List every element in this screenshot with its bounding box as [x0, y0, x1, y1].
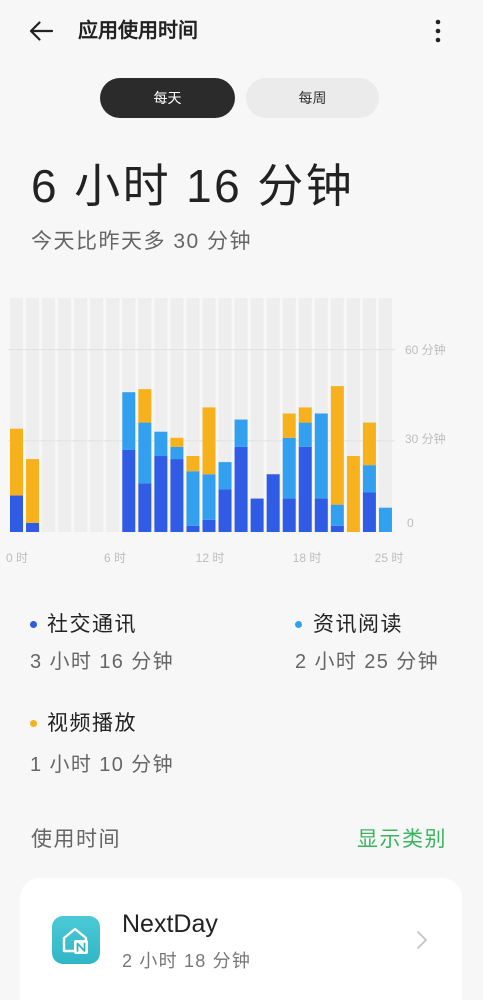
bar-news-hour-18[interactable]: [298, 422, 312, 447]
legend-duration-video: 1 小时 10 分钟: [30, 754, 175, 776]
bar-social-hour-18[interactable]: [298, 446, 312, 532]
bar-news-hour-17[interactable]: [282, 437, 296, 499]
bar-video-hour-18[interactable]: [298, 407, 312, 423]
bar-news-hour-22[interactable]: [362, 465, 376, 493]
hour-column-bg-5: [90, 298, 104, 532]
x-tick-label-18: 18 时: [292, 551, 322, 565]
hour-column-bg-2: [42, 298, 56, 532]
bar-social-hour-10[interactable]: [170, 459, 184, 532]
bar-social-hour-16[interactable]: [266, 474, 280, 532]
usage-section-title: 使用时间: [31, 828, 121, 851]
bar-news-hour-19[interactable]: [314, 413, 328, 499]
more-vertical-icon: [435, 19, 441, 43]
bar-news-hour-23[interactable]: [378, 507, 392, 532]
bar-social-hour-22[interactable]: [362, 492, 376, 532]
bar-video-hour-11[interactable]: [186, 456, 200, 472]
hour-column-bg-4: [74, 298, 88, 532]
hourly-usage-chart: [8, 298, 395, 532]
hour-column-bg-3: [58, 298, 72, 532]
app-duration: 2 小时 18 分钟: [122, 951, 252, 971]
bar-social-hour-11[interactable]: [186, 525, 200, 532]
x-tick-label-12: 12 时: [195, 551, 225, 565]
hour-column-bg-15: [250, 298, 264, 532]
bar-video-hour-21[interactable]: [346, 456, 360, 532]
bar-social-hour-8[interactable]: [138, 483, 152, 532]
bar-video-hour-0[interactable]: [10, 428, 23, 496]
bar-video-hour-20[interactable]: [330, 386, 344, 505]
bar-social-hour-17[interactable]: [282, 498, 296, 532]
usage-comparison: 今天比昨天多 30 分钟: [31, 230, 253, 253]
x-tick-label-end: 25 时: [374, 551, 404, 565]
y-tick-label-30: 30 分钟: [405, 432, 446, 446]
bar-social-hour-13[interactable]: [218, 489, 232, 532]
bar-social-hour-19[interactable]: [314, 498, 328, 532]
app-name: NextDay: [122, 910, 218, 938]
legend-dot-video: [30, 720, 37, 727]
bar-social-hour-15[interactable]: [250, 498, 264, 532]
bar-social-hour-14[interactable]: [234, 446, 248, 532]
back-button[interactable]: [27, 18, 55, 44]
app-usage-row[interactable]: NextDay 2 小时 18 分钟: [20, 878, 462, 1000]
y-tick-label-0: 0: [407, 516, 414, 530]
x-tick-label-0: 0 时: [5, 551, 29, 565]
bar-video-hour-1[interactable]: [26, 459, 40, 523]
nextday-app-icon: [52, 916, 100, 964]
bar-news-hour-9[interactable]: [154, 431, 168, 457]
page-title: 应用使用时间: [78, 20, 198, 42]
bar-video-hour-8[interactable]: [138, 389, 152, 423]
total-usage-time: 6 小时 16 分钟: [31, 160, 355, 212]
show-categories-link[interactable]: 显示类别: [357, 826, 447, 854]
bar-social-hour-7[interactable]: [122, 449, 136, 532]
chevron-right-icon: [417, 931, 427, 949]
bar-news-hour-13[interactable]: [218, 462, 232, 490]
bar-news-hour-7[interactable]: [122, 392, 136, 450]
bar-social-hour-9[interactable]: [154, 456, 168, 532]
bar-social-hour-12[interactable]: [202, 519, 216, 532]
bar-social-hour-20[interactable]: [330, 525, 344, 532]
back-arrow-icon: [29, 21, 54, 41]
bar-social-hour-1[interactable]: [26, 522, 40, 532]
legend-label-news: 资讯阅读: [313, 613, 403, 636]
legend-dot-social: [30, 621, 37, 628]
legend-duration-social: 3 小时 16 分钟: [30, 651, 175, 673]
bar-video-hour-12[interactable]: [202, 407, 216, 475]
more-menu-button[interactable]: [428, 16, 448, 46]
bar-video-hour-17[interactable]: [282, 413, 296, 438]
legend-duration-news: 2 小时 25 分钟: [295, 651, 440, 673]
tab-daily[interactable]: 每天: [100, 78, 235, 118]
legend-label-social: 社交通讯: [47, 613, 137, 636]
bar-news-hour-8[interactable]: [138, 422, 152, 484]
legend-label-video: 视频播放: [47, 712, 137, 735]
bar-news-hour-20[interactable]: [330, 504, 344, 526]
bar-news-hour-10[interactable]: [170, 446, 184, 460]
bar-social-hour-0[interactable]: [10, 495, 23, 532]
y-tick-label-60: 60 分钟: [405, 343, 446, 357]
tab-weekly[interactable]: 每周: [246, 78, 379, 118]
bar-news-hour-14[interactable]: [234, 419, 248, 447]
bar-news-hour-11[interactable]: [186, 471, 200, 526]
bar-video-hour-10[interactable]: [170, 437, 184, 447]
hour-column-bg-6: [106, 298, 120, 532]
bar-video-hour-22[interactable]: [362, 422, 376, 466]
bar-news-hour-12[interactable]: [202, 474, 216, 520]
x-tick-label-6: 6 时: [103, 551, 127, 565]
legend-dot-news: [295, 621, 302, 628]
hour-column-bg-23: [378, 298, 392, 532]
